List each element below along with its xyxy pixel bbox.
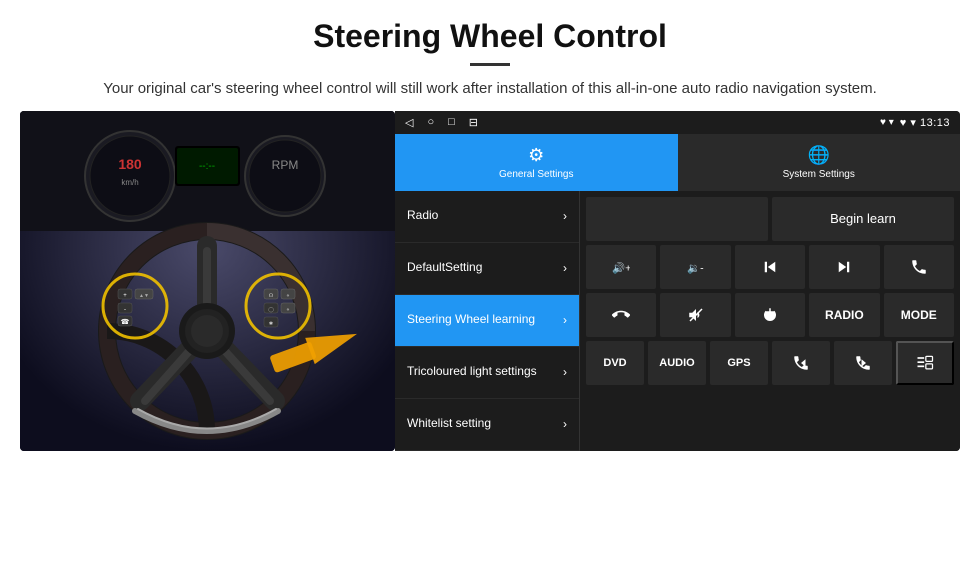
tab-general-label: General Settings [499,169,574,180]
chevron-right-icon: › [563,365,567,379]
tel-next-button[interactable] [834,341,892,385]
mute-button[interactable] [660,293,730,337]
tab-system-settings[interactable]: 🌐 System Settings [678,134,961,190]
tab-system-label: System Settings [783,169,855,180]
page-title: Steering Wheel Control [60,18,920,55]
list-icon-button[interactable] [896,341,954,385]
svg-text:✱: ✱ [269,321,273,327]
android-unit: ◁ ○ □ ⊟ ♥ ▾ ♥ ▾ 13:13 ⚙ General Settings… [395,111,960,451]
status-bar: ◁ ○ □ ⊟ ♥ ▾ ♥ ▾ 13:13 [395,111,960,135]
menu-column: Radio › DefaultSetting › Steering Wheel … [395,191,580,451]
control-row-1: Begin learn [586,197,954,241]
menu-default-label: DefaultSetting [407,260,482,276]
chevron-right-icon: › [563,313,567,327]
recents-icon[interactable]: □ [448,116,455,129]
svg-text:🔉-: 🔉- [687,262,704,274]
title-divider [470,63,510,66]
prev-track-button[interactable] [735,245,805,289]
menu-item-steering-wheel[interactable]: Steering Wheel learning › [395,295,579,347]
vol-down-button[interactable]: 🔉- [660,245,730,289]
hang-up-button[interactable] [586,293,656,337]
radio-button[interactable]: RADIO [809,293,879,337]
home-icon[interactable]: ○ [427,116,434,129]
vol-up-button[interactable]: 🔊+ [586,245,656,289]
svg-text:180: 180 [118,156,142,172]
control-row-2: 🔊+ 🔉- [586,245,954,289]
audio-button[interactable]: AUDIO [648,341,706,385]
panel-area: Radio › DefaultSetting › Steering Wheel … [395,191,960,451]
signal-icon: ♥ ▾ [880,117,894,128]
car-image: 180 km/h RPM --:-- [20,111,395,451]
chevron-right-icon: › [563,261,567,275]
menu-item-defaultsetting[interactable]: DefaultSetting › [395,243,579,295]
tab-general-settings[interactable]: ⚙ General Settings [395,134,678,190]
menu-radio-label: Radio [407,208,438,224]
empty-input-field [586,197,768,241]
menu-tricolour-label: Tricoloured light settings [407,364,537,380]
status-bar-left: ◁ ○ □ ⊟ [405,116,478,129]
time-display: ♥ ▾ 13:13 [900,116,950,129]
svg-text:km/h: km/h [121,178,138,187]
menu-item-radio[interactable]: Radio › [395,191,579,243]
globe-icon: 🌐 [808,145,830,166]
gps-button[interactable]: GPS [710,341,768,385]
control-row-3: RADIO MODE [586,293,954,337]
menu-item-whitelist[interactable]: Whitelist setting › [395,399,579,451]
svg-text:-: - [124,307,126,313]
control-row-4: DVD AUDIO GPS [586,341,954,385]
svg-text:--:--: --:-- [199,161,215,172]
menu-item-tricoloured[interactable]: Tricoloured light settings › [395,347,579,399]
settings-gear-icon: ⚙ [528,145,544,166]
mode-button[interactable]: MODE [884,293,954,337]
menu-icon[interactable]: ⊟ [469,116,478,129]
dvd-button[interactable]: DVD [586,341,644,385]
chevron-right-icon: › [563,417,567,431]
page-subtitle: Your original car's steering wheel contr… [80,78,900,101]
svg-text:⋄: ⋄ [286,293,289,299]
svg-text:RPM: RPM [272,158,299,172]
svg-text:◯: ◯ [268,307,274,313]
svg-text:☊: ☊ [269,293,274,299]
power-button[interactable] [735,293,805,337]
next-track-button[interactable] [809,245,879,289]
back-icon[interactable]: ◁ [405,116,413,129]
chevron-right-icon: › [563,209,567,223]
menu-steering-label: Steering Wheel learning [407,312,535,328]
controls-column: Begin learn 🔊+ 🔉- [580,191,960,451]
tel-prev-button[interactable] [772,341,830,385]
svg-text:⋄: ⋄ [286,307,289,313]
begin-learn-button[interactable]: Begin learn [772,197,954,241]
menu-whitelist-label: Whitelist setting [407,416,491,432]
page-header: Steering Wheel Control Your original car… [0,0,980,111]
phone-call-button[interactable] [884,245,954,289]
tab-bar: ⚙ General Settings 🌐 System Settings [395,134,960,190]
svg-text:☎: ☎ [121,318,130,326]
svg-text:+: + [123,293,127,299]
main-content: 180 km/h RPM --:-- [0,111,980,471]
svg-text:▲▼: ▲▼ [139,293,149,299]
status-bar-right: ♥ ▾ ♥ ▾ 13:13 [880,116,950,129]
svg-text:🔊+: 🔊+ [612,261,630,274]
